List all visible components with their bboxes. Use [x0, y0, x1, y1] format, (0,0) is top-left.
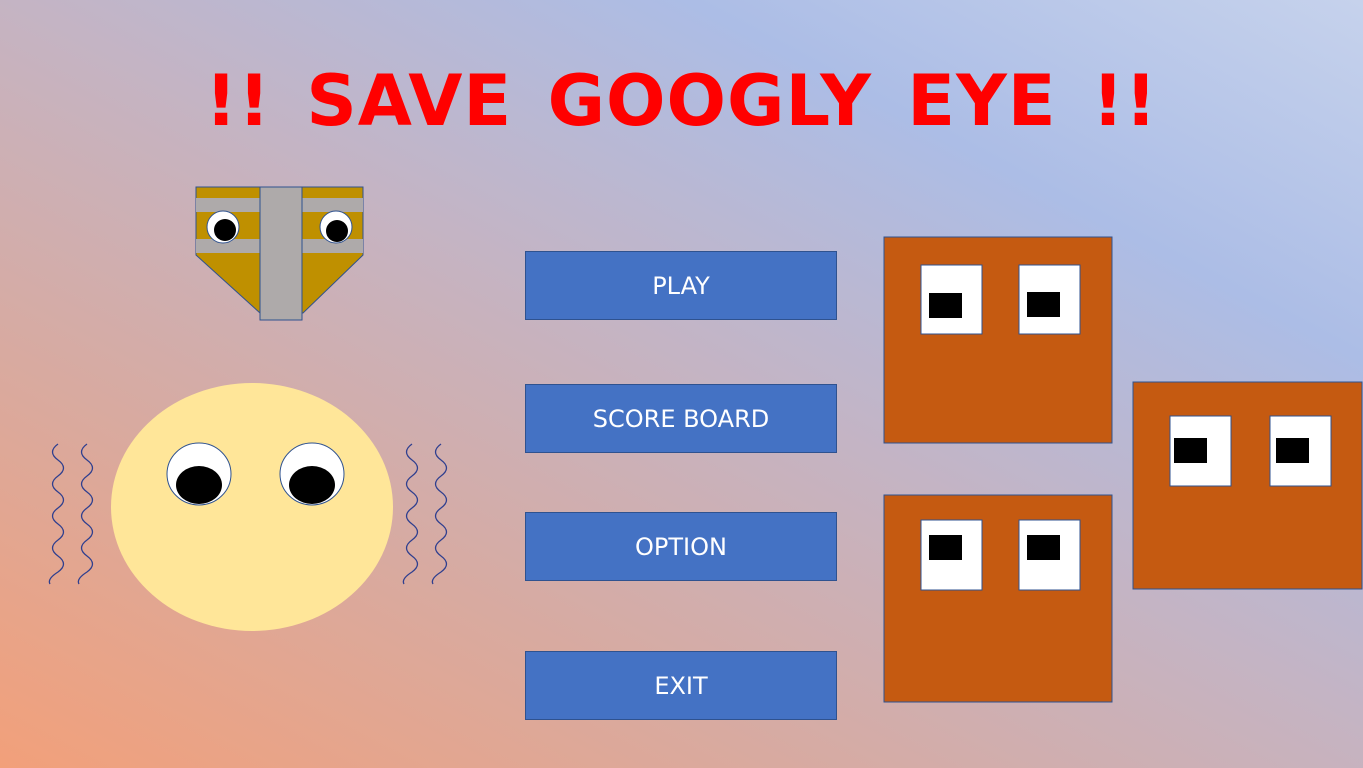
googly-eye-face-sprite: [111, 383, 393, 631]
block-monster-sprite: [883, 494, 1113, 703]
block-monster-sprite: [1132, 381, 1363, 590]
play-button[interactable]: PLAY: [525, 251, 837, 320]
score-board-button[interactable]: SCORE BOARD: [525, 384, 837, 453]
block-monster-sprite: [883, 236, 1113, 444]
option-button[interactable]: OPTION: [525, 512, 837, 581]
game-title-screen: !! SAVE GOOGLY EYE !! PLAY SCORE BOARD O…: [0, 0, 1363, 768]
shield-enemy-sprite: [195, 186, 364, 321]
exit-button[interactable]: EXIT: [525, 651, 837, 720]
